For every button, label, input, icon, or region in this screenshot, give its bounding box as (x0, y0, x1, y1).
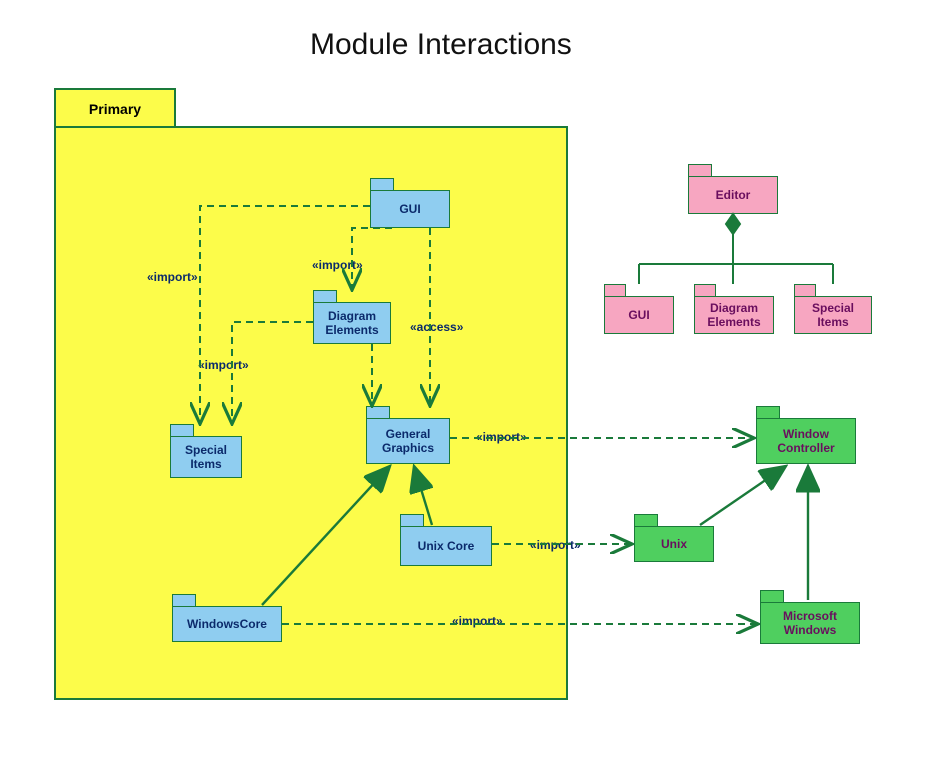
package-unix-label: Unix (661, 537, 687, 551)
package-diagram-elements2[interactable]: Diagram Elements (694, 296, 774, 334)
package-ms-windows[interactable]: Microsoft Windows (760, 602, 860, 644)
package-window-controller-label: Window Controller (757, 427, 855, 455)
package-gui2[interactable]: GUI (604, 296, 674, 334)
package-diagram-elements2-label: Diagram Elements (695, 301, 773, 329)
package-windows-core-label: WindowsCore (187, 617, 267, 631)
package-window-controller[interactable]: Window Controller (756, 418, 856, 464)
diagram-title: Module Interactions (310, 28, 572, 62)
package-editor-label: Editor (716, 188, 751, 202)
package-ms-windows-label: Microsoft Windows (761, 609, 859, 637)
label-import-3: «import» (198, 358, 249, 372)
package-gui-label: GUI (399, 202, 420, 216)
package-unix[interactable]: Unix (634, 526, 714, 562)
label-import-unix: «import» (530, 538, 581, 552)
primary-tab: Primary (54, 88, 176, 130)
package-special-items2[interactable]: Special Items (794, 296, 872, 334)
package-gui2-label: GUI (628, 308, 649, 322)
label-import-2: «import» (312, 258, 363, 272)
package-special-items[interactable]: Special Items (170, 436, 242, 478)
package-diagram-elements-label: Diagram Elements (314, 309, 390, 337)
diagram-canvas: Module Interactions Primary GUI Diagram … (0, 0, 945, 768)
package-gui[interactable]: GUI (370, 190, 450, 228)
package-editor[interactable]: Editor (688, 176, 778, 214)
label-access: «access» (410, 320, 463, 334)
package-unix-core[interactable]: Unix Core (400, 526, 492, 566)
package-special-items2-label: Special Items (795, 301, 871, 329)
label-import-win: «import» (452, 614, 503, 628)
package-diagram-elements[interactable]: Diagram Elements (313, 302, 391, 344)
label-import-gg-wc: «import» (476, 430, 527, 444)
package-general-graphics[interactable]: General Graphics (366, 418, 450, 464)
package-unix-core-label: Unix Core (418, 539, 475, 553)
package-windows-core[interactable]: WindowsCore (172, 606, 282, 642)
package-general-graphics-label: General Graphics (367, 427, 449, 455)
label-import-1: «import» (147, 270, 198, 284)
package-special-items-label: Special Items (171, 443, 241, 471)
